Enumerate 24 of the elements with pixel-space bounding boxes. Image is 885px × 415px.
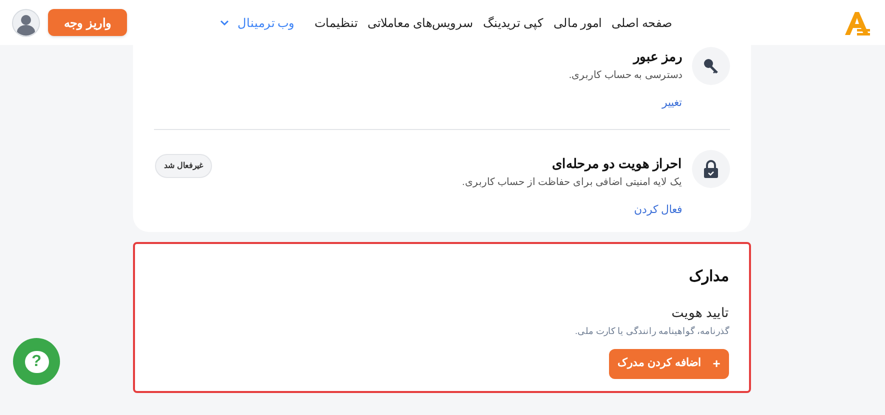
item-description: دسترسی به حساب کاربری. — [568, 68, 682, 82]
item-title: احراز هویت دو مرحله‌ای — [552, 155, 682, 174]
status-badge: غیرفعال شد — [155, 154, 212, 178]
help-button[interactable]: ? — [13, 338, 60, 385]
nav-dropdown[interactable]: وب ترمینال — [220, 14, 295, 32]
nav-link[interactable]: صفحه اصلی — [612, 14, 672, 32]
document-title: تایید هویت — [670, 304, 729, 322]
nav-link[interactable]: امور مالی — [553, 14, 602, 32]
nav-link[interactable]: کپی تریدینگ — [482, 14, 544, 32]
item-description: یک لایه امنیتی اضافی برای حفاظت از حساب کاربری. — [462, 176, 682, 190]
item-title: رمز عبور — [633, 48, 682, 66]
chevron-down-icon — [220, 20, 230, 26]
lock-icon — [703, 160, 719, 178]
action-link[interactable]: فعال کردن — [634, 202, 682, 218]
add-document-button[interactable]: + اضافه کردن مدرک — [609, 348, 729, 378]
deposit-button[interactable]: واریز وجه — [48, 9, 128, 36]
document-description: گذرنامه، گواهینامه رانندگی یا کارت ملی. — [574, 325, 729, 338]
section-title: مدارک — [688, 267, 729, 287]
nav-link[interactable]: سرویس‌های معاملاتی — [368, 14, 473, 32]
user-avatar-icon[interactable] — [12, 8, 40, 36]
nav-link[interactable]: تنظیمات — [314, 14, 358, 32]
plus-icon: + — [712, 354, 720, 374]
key-icon — [703, 58, 719, 74]
action-link[interactable]: تغییر — [662, 94, 682, 111]
